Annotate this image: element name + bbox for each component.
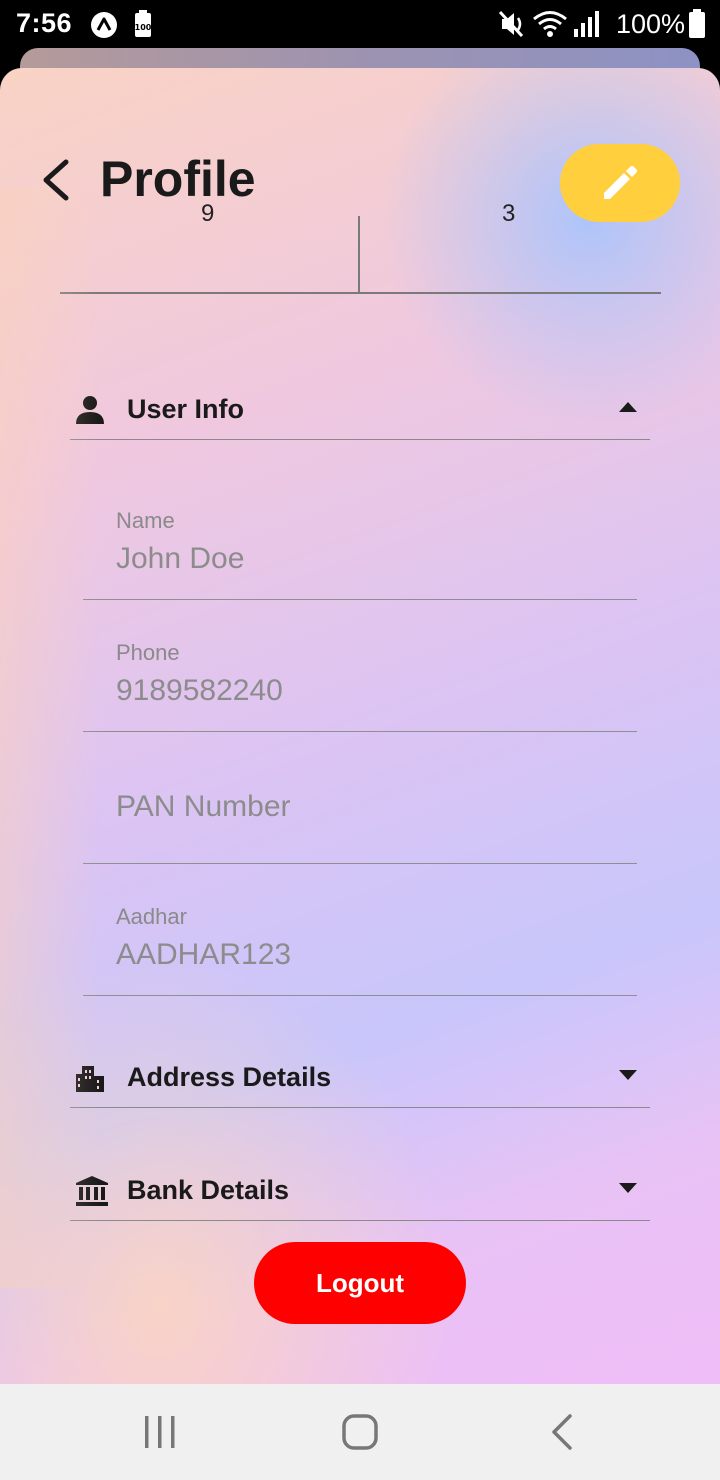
section-title-user-info: User Info (127, 394, 245, 424)
phone-field[interactable]: Phone 9189582240 (83, 622, 637, 732)
logout-button[interactable]: Logout (254, 1242, 466, 1324)
name-field[interactable]: Name John Doe (83, 490, 637, 600)
pan-field[interactable]: PAN Number (83, 754, 637, 864)
battery-saver-icon: 100 (135, 10, 152, 37)
battery-percentage: 100% (616, 9, 686, 39)
section-bank-details[interactable]: Bank Details (70, 1161, 650, 1221)
profile-screen: Profile 9 3 User Info Name John Doe Phon… (0, 68, 720, 1384)
section-user-info[interactable]: User Info (70, 380, 650, 440)
phone-value: 9189582240 (116, 674, 283, 707)
chevron-down-icon (619, 1183, 637, 1193)
recents-icon[interactable] (140, 1412, 180, 1452)
section-address-details[interactable]: Address Details (70, 1048, 650, 1108)
wifi-icon (533, 11, 567, 37)
back-button[interactable] (32, 156, 80, 204)
building-icon (76, 1066, 104, 1092)
section-title-address: Address Details (127, 1062, 332, 1092)
chevron-up-icon (619, 402, 637, 412)
mute-icon (498, 10, 524, 38)
stats-summary: 9 3 (60, 202, 661, 294)
edit-button[interactable] (560, 144, 680, 222)
section-title-bank: Bank Details (127, 1175, 290, 1205)
home-icon[interactable] (340, 1412, 380, 1452)
person-icon (76, 396, 104, 424)
stats-underline (60, 292, 661, 294)
navigation-bar (0, 1384, 720, 1480)
pan-placeholder: PAN Number (116, 790, 291, 823)
aadhar-value: AADHAR123 (116, 938, 292, 971)
name-value: John Doe (116, 542, 245, 575)
status-bar: 7:56 100 100% (0, 0, 720, 50)
app-a-icon (91, 12, 117, 38)
chevron-down-icon (619, 1070, 637, 1080)
back-icon[interactable] (542, 1412, 582, 1452)
name-label: Name (116, 508, 175, 533)
signal-icon (574, 11, 599, 37)
bank-icon (76, 1176, 108, 1206)
svg-text:100: 100 (135, 23, 152, 32)
aadhar-label: Aadhar (116, 904, 187, 929)
stats-divider (358, 216, 360, 294)
phone-label: Phone (116, 640, 180, 665)
aadhar-field[interactable]: Aadhar AADHAR123 (83, 886, 637, 996)
pencil-icon (604, 166, 637, 199)
stat-right-value: 3 (502, 200, 516, 227)
battery-icon (689, 9, 705, 38)
status-time: 7:56 (16, 8, 73, 38)
page-title: Profile (100, 151, 256, 207)
